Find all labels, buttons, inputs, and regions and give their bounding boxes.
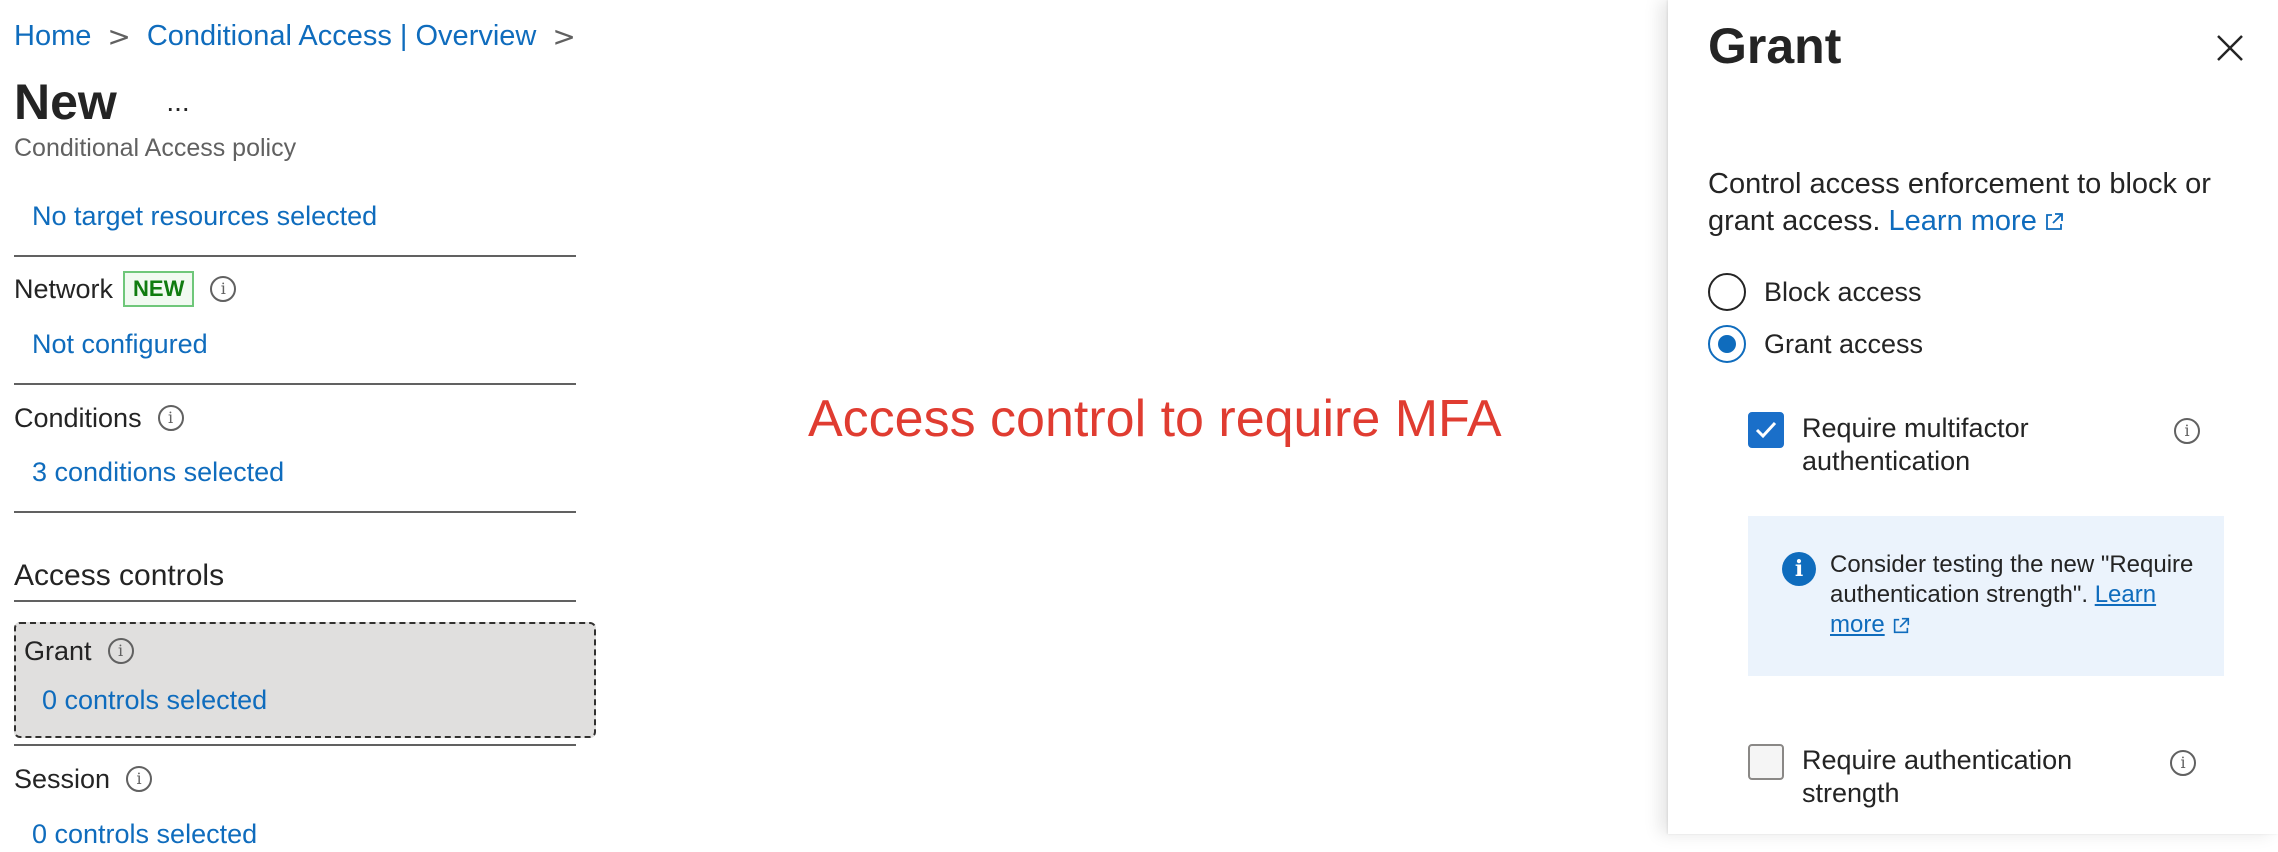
more-options-button[interactable]: ... bbox=[162, 82, 194, 122]
divider bbox=[14, 255, 576, 257]
network-value[interactable]: Not configured bbox=[32, 326, 208, 362]
breadcrumb-home-link[interactable]: Home bbox=[14, 20, 91, 53]
info-icon[interactable]: i bbox=[157, 405, 184, 431]
divider bbox=[14, 744, 576, 746]
info-message-box: i Consider testing the new "Require auth… bbox=[1748, 516, 2224, 676]
require-auth-strength-label: Require authentication strength bbox=[1802, 745, 2073, 808]
chevron-right-icon: > bbox=[552, 19, 576, 53]
block-access-label: Block access bbox=[1764, 276, 1922, 307]
info-icon[interactable]: i bbox=[2174, 418, 2200, 444]
panel-description: Control access enforcement to block or g… bbox=[1708, 166, 2248, 240]
grant-label: Grant bbox=[24, 636, 92, 666]
conditions-value[interactable]: 3 conditions selected bbox=[32, 454, 284, 490]
info-icon[interactable]: i bbox=[107, 638, 134, 664]
annotation-text: Access control to require MFA bbox=[808, 390, 1502, 448]
target-resources-value[interactable]: No target resources selected bbox=[32, 198, 377, 234]
learn-more-link[interactable]: Learn more bbox=[1889, 205, 2065, 237]
grant-panel: Grant Control access enforcement to bloc… bbox=[1668, 0, 2278, 834]
breadcrumb-overview-link[interactable]: Conditional Access | Overview bbox=[147, 20, 537, 53]
info-icon[interactable]: i bbox=[210, 276, 237, 302]
conditions-label-row: Conditions i bbox=[14, 399, 184, 437]
checkmark-icon bbox=[1755, 421, 1777, 439]
access-controls-heading: Access controls bbox=[14, 559, 225, 592]
grant-label-row: Grant i bbox=[24, 632, 134, 670]
panel-title: Grant bbox=[1708, 18, 1842, 74]
grant-row[interactable]: Grant i 0 controls selected bbox=[14, 622, 596, 738]
external-link-icon bbox=[1893, 617, 1909, 633]
page-title: New bbox=[14, 74, 117, 130]
chevron-right-icon: > bbox=[107, 19, 131, 53]
divider bbox=[14, 600, 576, 602]
grant-value[interactable]: 0 controls selected bbox=[42, 682, 267, 718]
grant-access-option[interactable]: Grant access bbox=[1708, 324, 1923, 364]
learn-more-link-label: Learn more bbox=[1888, 205, 2037, 237]
divider bbox=[14, 511, 576, 513]
new-badge: NEW bbox=[123, 271, 195, 307]
info-icon[interactable]: i bbox=[2170, 750, 2196, 776]
page-subtitle: Conditional Access policy bbox=[14, 134, 297, 162]
block-access-option[interactable]: Block access bbox=[1708, 272, 1922, 312]
session-label-row: Session i bbox=[14, 760, 153, 798]
close-button[interactable] bbox=[2208, 26, 2252, 70]
require-auth-strength-checkbox[interactable] bbox=[1748, 744, 1784, 780]
close-icon bbox=[2217, 35, 2243, 61]
grant-access-label: Grant access bbox=[1764, 328, 1924, 359]
divider bbox=[14, 383, 576, 385]
radio-button-selected[interactable] bbox=[1708, 325, 1746, 363]
info-message-text: Consider testing the new "Require authen… bbox=[1830, 550, 2200, 640]
require-mfa-label: Require multifactor authentication bbox=[1802, 413, 2029, 476]
breadcrumb: Home > Conditional Access | Overview > bbox=[14, 16, 576, 56]
session-label: Session bbox=[14, 764, 111, 794]
network-label: Network bbox=[14, 274, 114, 304]
info-icon[interactable]: i bbox=[126, 766, 153, 792]
require-mfa-checkbox[interactable] bbox=[1748, 412, 1784, 448]
session-value[interactable]: 0 controls selected bbox=[32, 816, 257, 852]
info-filled-icon: i bbox=[1782, 552, 1816, 586]
network-label-row: Network NEW i bbox=[14, 270, 237, 308]
external-link-icon bbox=[2045, 213, 2063, 231]
conditions-label: Conditions bbox=[14, 403, 142, 433]
radio-button[interactable] bbox=[1708, 273, 1746, 311]
